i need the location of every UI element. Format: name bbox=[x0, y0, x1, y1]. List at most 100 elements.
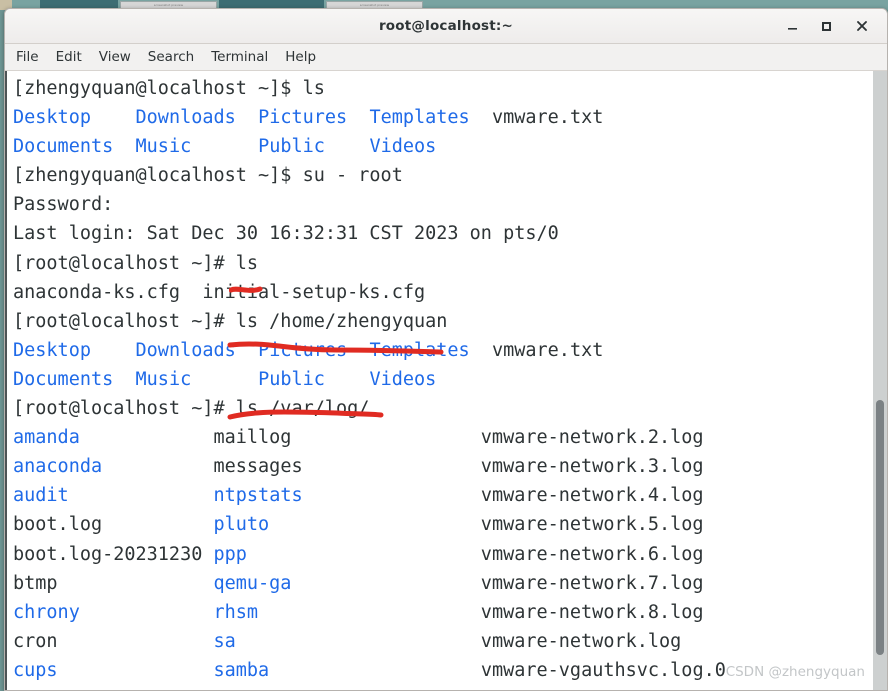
terminal-line: audit ntpstats vmware-network.4.log bbox=[13, 481, 873, 510]
menu-item-file[interactable]: File bbox=[16, 47, 48, 67]
directory-entry: Templates bbox=[369, 107, 470, 129]
terminal-text: vmware.txt bbox=[469, 107, 604, 129]
terminal-window: root@localhost:~ File Edit View Search T… bbox=[4, 8, 888, 691]
terminal-line: anaconda messages vmware-network.3.log bbox=[13, 452, 873, 481]
terminal-text: vmware-network.7.log bbox=[291, 572, 704, 594]
terminal-text: Last login: Sat Dec 30 16:32:31 CST 2023… bbox=[13, 223, 559, 245]
directory-entry: Desktop bbox=[13, 339, 91, 361]
scrollbar-thumb[interactable] bbox=[876, 400, 884, 655]
directory-entry: chrony bbox=[13, 601, 80, 623]
terminal-line: [zhengyquan@localhost ~]$ su - root bbox=[13, 161, 873, 190]
terminal-text: vmware-network.4.log bbox=[302, 485, 704, 507]
terminal-text: boot.log bbox=[13, 514, 214, 536]
csdn-watermark: CSDN @zhengyquan bbox=[725, 664, 865, 680]
terminal-line: Password: bbox=[13, 190, 873, 219]
directory-entry: Documents bbox=[13, 136, 114, 158]
maximize-button[interactable] bbox=[811, 9, 841, 43]
terminal-line: [root@localhost ~]# ls /home/zhengyquan bbox=[13, 307, 873, 336]
directory-entry: rhsm bbox=[213, 601, 259, 623]
terminal-line: boot.log-20231230 ppp vmware-network.6.l… bbox=[13, 540, 873, 569]
directory-entry: qemu-ga bbox=[213, 572, 292, 594]
directory-entry: ntpstats bbox=[213, 485, 303, 507]
terminal-text: btmp bbox=[13, 572, 214, 594]
terminal-line: dmesg secure vmware-vmsvc.log bbox=[13, 685, 873, 690]
directory-entry: Videos bbox=[369, 368, 437, 390]
terminal-line: chrony rhsm vmware-network.8.log bbox=[13, 598, 873, 627]
terminal-line: [root@localhost ~]# ls /var/log/ bbox=[13, 394, 873, 423]
menu-item-search[interactable]: Search bbox=[148, 47, 203, 67]
terminal-text: vmware-network.5.log bbox=[269, 514, 704, 536]
terminal-line: cron sa vmware-network.log bbox=[13, 627, 873, 656]
menu-item-help[interactable]: Help bbox=[285, 47, 325, 67]
terminal-line: [zhengyquan@localhost ~]$ ls bbox=[13, 74, 873, 103]
directory-entry: amanda bbox=[13, 427, 80, 449]
directory-entry: Music bbox=[135, 368, 192, 390]
directory-entry: sa bbox=[213, 630, 236, 652]
terminal-text: [root@localhost ~]# ls /home/zhengyquan bbox=[13, 310, 448, 332]
terminal-text: vmware-network.log bbox=[235, 630, 682, 652]
terminal-line: boot.log pluto vmware-network.5.log bbox=[13, 510, 873, 539]
directory-entry: samba bbox=[213, 659, 270, 681]
terminal-text: [zhengyquan@localhost ~]$ su - root bbox=[13, 165, 403, 187]
directory-entry: Videos bbox=[369, 136, 437, 158]
directory-entry: ppp bbox=[213, 543, 247, 565]
terminal-line: amanda maillog vmware-network.2.log bbox=[13, 423, 873, 452]
directory-entry: Documents bbox=[13, 368, 114, 390]
terminal-line: Last login: Sat Dec 30 16:32:31 CST 2023… bbox=[13, 219, 873, 248]
terminal-output[interactable]: [zhengyquan@localhost ~]$ ls Desktop Down… bbox=[7, 71, 873, 690]
terminal-text: Password: bbox=[13, 194, 114, 216]
terminal-line: anaconda-ks.cfg initial-setup-ks.cfg bbox=[13, 278, 873, 307]
directory-entry: pluto bbox=[213, 514, 270, 536]
terminal-body[interactable]: [zhengyquan@localhost ~]$ ls Desktop Down… bbox=[5, 71, 887, 690]
terminal-text: vmware-network.6.log bbox=[246, 543, 704, 565]
menu-item-view[interactable]: View bbox=[99, 47, 140, 67]
terminal-text: vmware-vgauthsvc.log.0 bbox=[269, 659, 726, 681]
directory-entry: Desktop bbox=[13, 107, 91, 129]
terminal-line: Documents Music Public Videos bbox=[13, 132, 873, 161]
directory-entry: Downloads bbox=[135, 107, 236, 129]
menu-item-terminal[interactable]: Terminal bbox=[211, 47, 277, 67]
window-titlebar[interactable]: root@localhost:~ bbox=[5, 9, 887, 44]
terminal-text: [root@localhost ~]# ls bbox=[13, 252, 259, 274]
menu-item-edit[interactable]: Edit bbox=[56, 47, 91, 67]
taskbar-thumb-label: screenshot preview bbox=[153, 3, 184, 7]
directory-entry: audit bbox=[13, 485, 69, 507]
minimize-button[interactable] bbox=[777, 9, 807, 43]
window-title: root@localhost:~ bbox=[378, 18, 514, 34]
terminal-text: maillog vmware-network.2.log bbox=[79, 427, 704, 449]
directory-entry: Pictures bbox=[258, 339, 348, 361]
terminal-text: [root@localhost ~]# ls /var/log/ bbox=[13, 398, 370, 420]
vertical-scrollbar[interactable] bbox=[873, 71, 887, 690]
terminal-text: anaconda-ks.cfg initial-setup-ks.cfg bbox=[13, 281, 426, 303]
directory-entry: cups bbox=[13, 659, 58, 681]
directory-entry: Pictures bbox=[258, 107, 348, 129]
directory-entry: Public bbox=[258, 136, 325, 158]
terminal-line: [root@localhost ~]# ls bbox=[13, 249, 873, 278]
directory-entry: Public bbox=[258, 368, 325, 390]
menubar: File Edit View Search Terminal Help bbox=[5, 44, 887, 71]
terminal-text: cron bbox=[13, 630, 214, 652]
terminal-line: Desktop Downloads Pictures Templates vmw… bbox=[13, 336, 873, 365]
terminal-text: vmware.txt bbox=[469, 339, 604, 361]
directory-entry: Downloads bbox=[135, 339, 236, 361]
directory-entry: Music bbox=[135, 136, 192, 158]
terminal-line: Documents Music Public Videos bbox=[13, 365, 873, 394]
terminal-text: boot.log-20231230 bbox=[13, 543, 214, 565]
directory-entry: Templates bbox=[369, 339, 470, 361]
terminal-text: vmware-network.8.log bbox=[258, 601, 704, 623]
close-button[interactable] bbox=[847, 9, 877, 43]
terminal-text: messages vmware-network.3.log bbox=[102, 456, 704, 478]
